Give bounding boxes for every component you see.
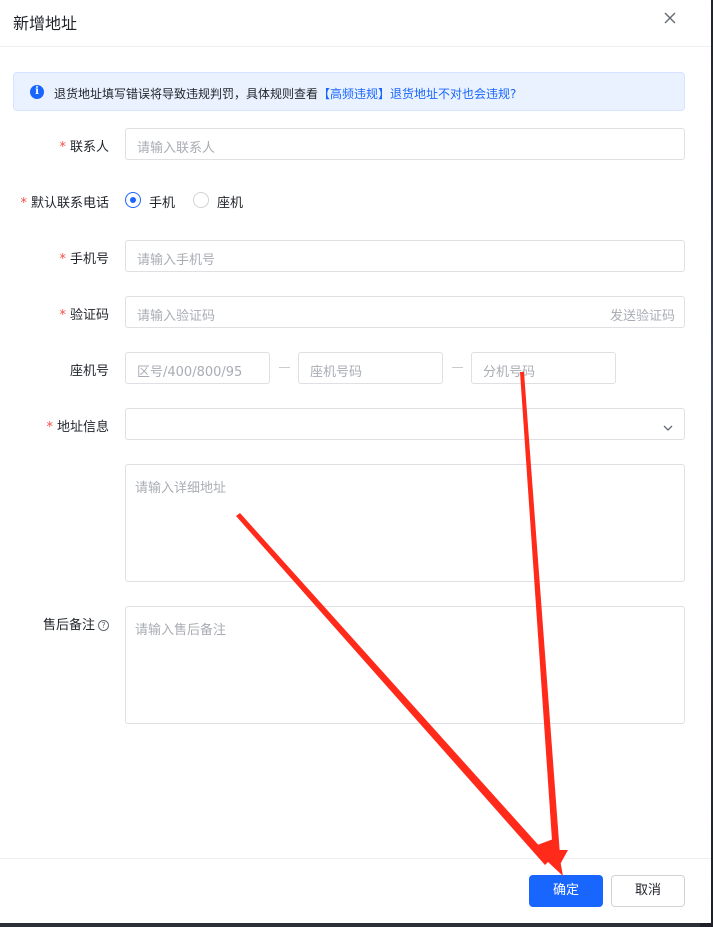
- radio-landline-label[interactable]: 座机: [217, 192, 243, 211]
- extension-placeholder: 分机号码: [483, 365, 536, 380]
- landline-number-input[interactable]: 座机号码: [298, 352, 443, 384]
- verify-code-placeholder: 请输入验证码: [137, 309, 216, 324]
- dialog-header: 新增地址: [0, 0, 711, 47]
- confirm-button[interactable]: 确定: [529, 875, 603, 907]
- chevron-down-icon: [662, 419, 674, 438]
- notice-text: 退货地址填写错误将导致违规判罚，具体规则查看【高频违规】退货地址不对也会违规?: [54, 87, 517, 101]
- address-label: * 地址信息: [46, 420, 109, 435]
- remark-placeholder: 请输入售后备注: [135, 623, 227, 638]
- help-icon[interactable]: ?: [98, 620, 109, 631]
- detail-address-placeholder: 请输入详细地址: [135, 481, 227, 496]
- cancel-button[interactable]: 取消: [611, 875, 685, 907]
- mobile-input[interactable]: 请输入手机号: [125, 240, 685, 272]
- send-code-button[interactable]: 发送验证码: [610, 305, 675, 324]
- default-phone-label: * 默认联系电话: [20, 196, 109, 211]
- notice-banner: i 退货地址填写错误将导致违规判罚，具体规则查看【高频违规】退货地址不对也会违规…: [13, 72, 685, 111]
- area-code-placeholder: 区号/400/800/95: [137, 365, 243, 380]
- high-frequency-violation-link[interactable]: 【高频违规】: [318, 87, 390, 101]
- mobile-placeholder: 请输入手机号: [137, 253, 216, 268]
- radio-landline[interactable]: [193, 192, 209, 208]
- mobile-label: * 手机号: [59, 252, 109, 267]
- contact-label: * 联系人: [59, 140, 109, 155]
- verify-code-input[interactable]: 请输入验证码 发送验证码: [125, 296, 685, 328]
- radio-mobile[interactable]: [125, 192, 141, 208]
- separator-dash: [279, 367, 290, 368]
- region-select[interactable]: [125, 408, 685, 440]
- detail-address-textarea[interactable]: 请输入详细地址: [125, 464, 685, 582]
- remark-label: 售后备注?: [43, 614, 109, 633]
- dialog-title: 新增地址: [13, 14, 78, 33]
- add-address-dialog: 新增地址 i 退货地址填写错误将导致违规判罚，具体规则查看【高频违规】退货地址不…: [0, 0, 711, 923]
- return-address-violation-link[interactable]: 退货地址不对也会违规?: [390, 87, 516, 101]
- contact-placeholder: 请输入联系人: [137, 141, 216, 156]
- area-code-input[interactable]: 区号/400/800/95: [125, 352, 270, 384]
- landline-label: 座机号: [69, 364, 109, 379]
- radio-mobile-label[interactable]: 手机: [149, 192, 175, 211]
- close-icon[interactable]: [662, 10, 678, 26]
- dialog-footer: [0, 858, 711, 923]
- extension-input[interactable]: 分机号码: [471, 352, 616, 384]
- separator-dash: [452, 367, 463, 368]
- verify-code-label: * 验证码: [59, 308, 109, 323]
- remark-textarea[interactable]: 请输入售后备注: [125, 606, 685, 724]
- info-icon: i: [30, 85, 44, 99]
- contact-input[interactable]: 请输入联系人: [125, 128, 685, 160]
- landline-number-placeholder: 座机号码: [310, 365, 363, 380]
